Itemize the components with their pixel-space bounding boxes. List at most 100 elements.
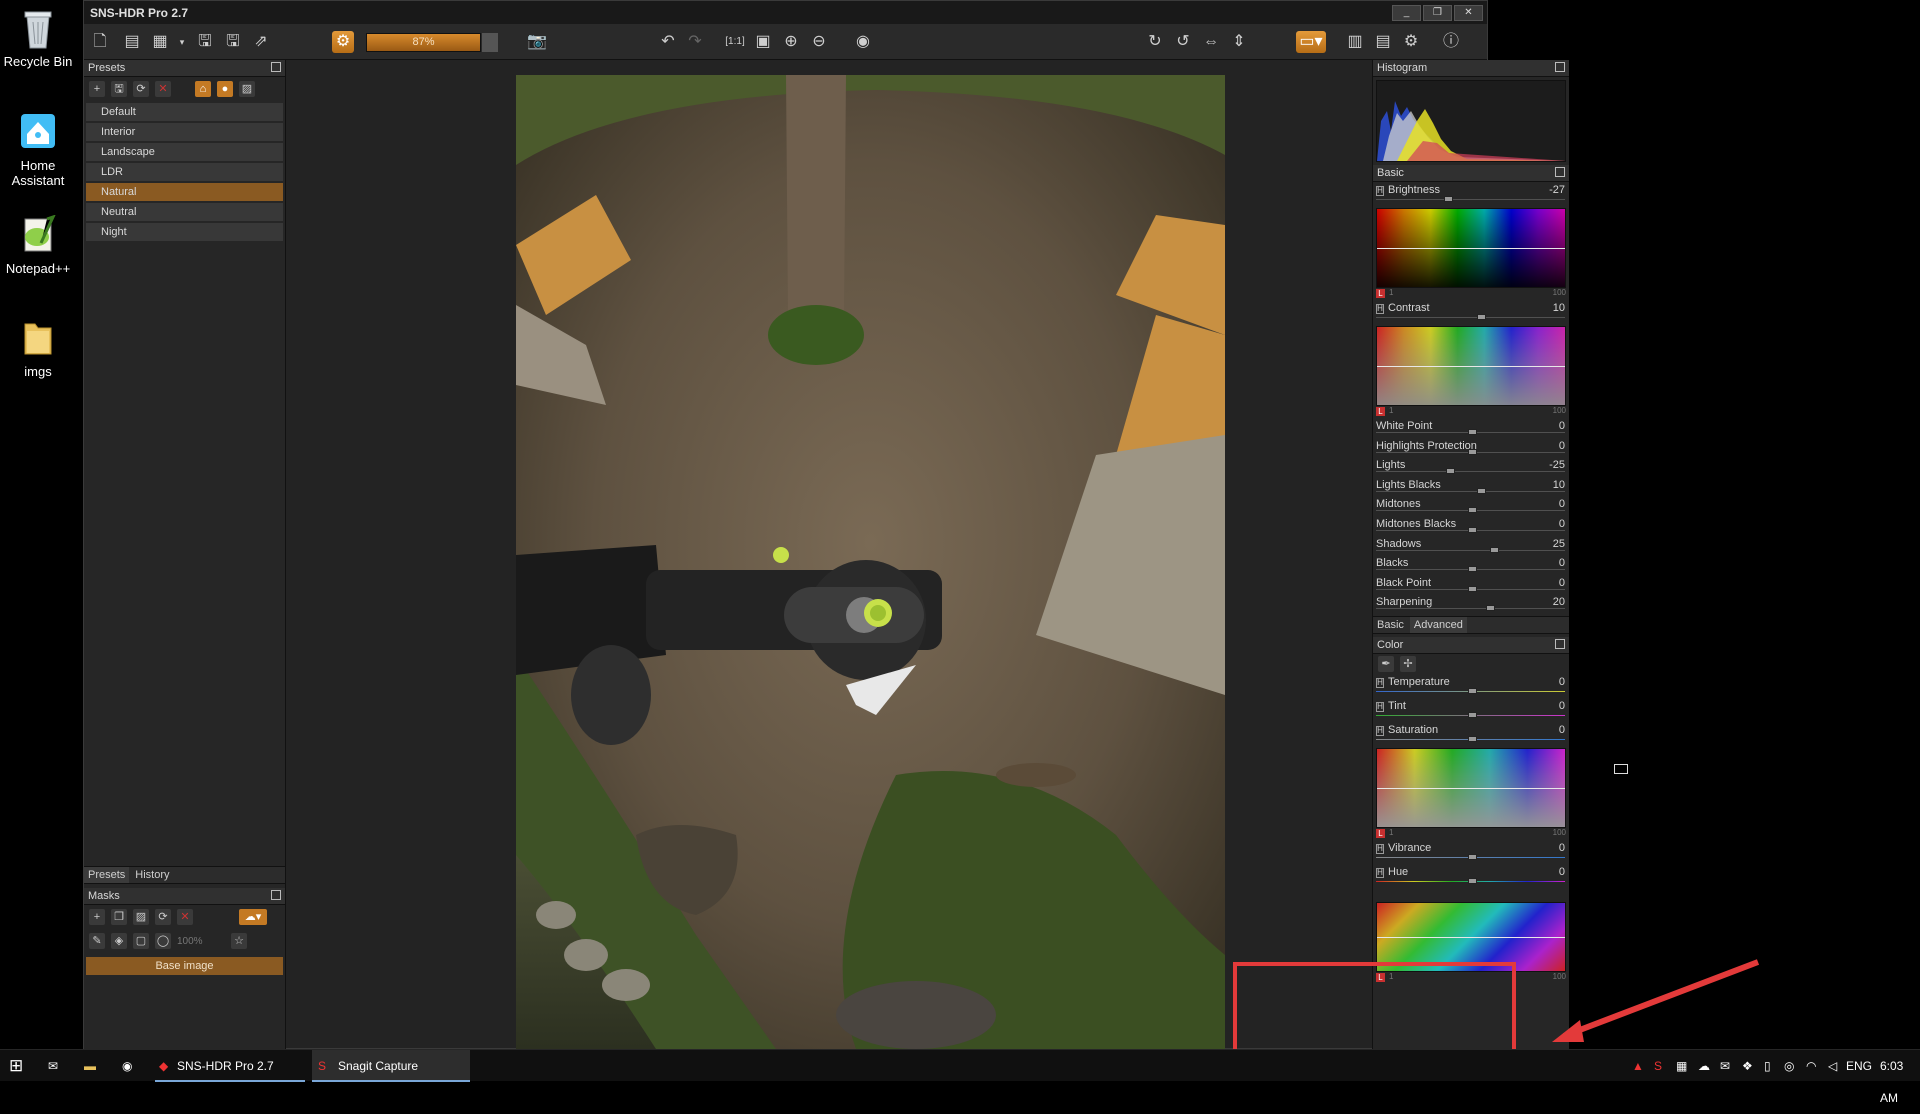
basic-slider-black-point[interactable]: Black Point 0 [1373, 575, 1569, 595]
temperature-slider[interactable]: H Temperature 0 [1373, 674, 1569, 698]
slider-thumb[interactable] [1468, 429, 1477, 435]
undock-icon[interactable] [1555, 638, 1565, 649]
tray-dropbox-icon[interactable]: ❖ [1742, 1050, 1753, 1082]
rect-select-icon[interactable]: ▢ [133, 933, 149, 949]
slider-thumb[interactable] [1468, 735, 1477, 742]
undock-icon[interactable] [271, 62, 281, 72]
settings-gear-icon[interactable]: ⚙ [1400, 31, 1422, 53]
thunderbird-icon[interactable]: ✉ [48, 1050, 58, 1082]
desktop-icon-home-assistant[interactable]: Home Assistant [2, 112, 74, 188]
target-adjust-icon[interactable]: ✢ [1400, 655, 1416, 672]
preset-item-selected[interactable]: Natural [86, 183, 283, 201]
vibrance-slider[interactable]: H Vibrance 0 [1373, 840, 1569, 864]
star-icon[interactable]: ☆ [231, 933, 247, 949]
brush-icon[interactable]: ✎ [89, 933, 105, 949]
maximize-button[interactable]: ❐ [1423, 5, 1452, 21]
hsl-toggle-icon[interactable]: H [1376, 843, 1384, 854]
save-dropdown-icon[interactable]: ▾ [171, 31, 193, 53]
hsl-toggle-icon[interactable]: H [1376, 186, 1384, 196]
tray-viber-icon[interactable]: ◎ [1784, 1050, 1794, 1082]
eyedropper-icon[interactable]: ✒ [1378, 655, 1394, 672]
user-preset-icon[interactable]: ● [217, 81, 233, 97]
save-icon[interactable]: 🖫 [194, 31, 216, 53]
file-explorer-icon[interactable]: ▬ [84, 1050, 96, 1082]
basic-slider-sharpening[interactable]: Sharpening 20 [1373, 594, 1569, 614]
preset-item[interactable]: Landscape [86, 143, 283, 161]
zoom-in-icon[interactable]: ⊕ [780, 31, 802, 53]
desktop-icon-imgs[interactable]: imgs [2, 318, 74, 379]
slider-thumb[interactable] [1468, 448, 1477, 455]
ellipse-select-icon[interactable]: ◯ [155, 933, 171, 949]
base-image-layer[interactable]: Base image [86, 957, 283, 975]
fit-to-window-icon[interactable]: ▣ [752, 31, 774, 53]
tray-usb-icon[interactable]: ▯ [1764, 1050, 1771, 1082]
saturation-curve-gradient[interactable] [1376, 747, 1566, 828]
mask-shape-dropdown-icon[interactable]: ☁▾ [239, 909, 267, 925]
slider-thumb[interactable] [1477, 314, 1487, 320]
flip-horizontal-icon[interactable]: ⇔ [1200, 31, 1222, 53]
slider-thumb[interactable] [1468, 853, 1477, 860]
undock-icon[interactable] [1555, 167, 1565, 177]
delete-mask-icon[interactable]: ✕ [177, 909, 193, 925]
preset-item[interactable]: Neutral [86, 203, 283, 221]
mask-image-icon[interactable]: ▨ [133, 909, 149, 925]
flip-vertical-icon[interactable]: ⇕ [1228, 31, 1250, 53]
add-preset-icon[interactable]: + [89, 81, 105, 97]
close-button[interactable]: ✕ [1454, 5, 1483, 21]
undock-icon[interactable] [271, 890, 281, 900]
refresh-mask-icon[interactable]: ⟳ [155, 909, 171, 925]
tray-snagit-icon[interactable]: S [1654, 1050, 1662, 1082]
delete-preset-icon[interactable]: ✕ [155, 81, 171, 97]
minimize-button[interactable]: _ [1392, 5, 1421, 21]
preset-item[interactable]: Default [86, 103, 283, 121]
basic-slider-midtones-blacks[interactable]: Midtones Blacks 0 [1373, 516, 1569, 536]
preset-item[interactable]: LDR [86, 163, 283, 181]
undo-icon[interactable]: ↶ [657, 31, 679, 53]
brightness-curve-gradient[interactable] [1376, 208, 1566, 288]
save-preset-icon[interactable]: 🖫 [111, 81, 127, 97]
slider-thumb[interactable] [1468, 566, 1477, 573]
brightness-slider[interactable]: H Brightness -27 [1373, 182, 1569, 206]
basic-slider-midtones[interactable]: Midtones 0 [1373, 496, 1569, 516]
zoom-1to1-icon[interactable]: [1:1] [724, 31, 746, 53]
contrast-curve-gradient[interactable] [1376, 326, 1566, 406]
slider-thumb[interactable] [1468, 877, 1477, 884]
preview-eye-icon[interactable]: ◉ [852, 31, 874, 53]
open-icon[interactable]: ▤ [121, 31, 143, 53]
clock[interactable]: 6:03 AM [1880, 1050, 1920, 1105]
desktop-icon-recycle-bin[interactable]: Recycle Bin [2, 8, 74, 69]
zoom-progress-bar[interactable]: 87% [366, 33, 481, 52]
slider-thumb[interactable] [1468, 526, 1477, 533]
taskbar-app-snagit[interactable]: S Snagit Capture [312, 1050, 470, 1082]
home-preset-icon[interactable]: ⌂ [195, 81, 211, 97]
process-gear-icon[interactable]: ⚙ [332, 31, 354, 53]
language-indicator[interactable]: ENG [1846, 1050, 1872, 1082]
windows-start-icon[interactable]: ⊞ [9, 1050, 23, 1082]
basic-slider-highlights-protection[interactable]: Highlights Protection 0 [1373, 438, 1569, 458]
basic-slider-shadows[interactable]: Shadows 25 [1373, 536, 1569, 556]
save-sns-icon[interactable]: ▦ [149, 31, 171, 53]
zoom-stop-button[interactable] [482, 33, 498, 52]
slider-thumb[interactable] [1468, 507, 1477, 514]
copy-mask-icon[interactable]: ❐ [111, 909, 127, 925]
mask-opacity[interactable]: 100% [177, 936, 211, 947]
basic-slider-white-point[interactable]: White Point 0 [1373, 418, 1569, 438]
hsl-toggle-icon[interactable]: H [1376, 725, 1384, 736]
hsl-toggle-icon[interactable]: H [1376, 677, 1384, 688]
basic-slider-lights[interactable]: Lights -25 [1373, 457, 1569, 477]
preset-item[interactable]: Night [86, 223, 283, 241]
tray-onedrive-icon[interactable]: ☁ [1698, 1050, 1710, 1082]
tray-outlook-icon[interactable]: ✉ [1720, 1050, 1730, 1082]
desktop-icon-notepad-plus-plus[interactable]: Notepad++ [2, 214, 74, 276]
undock-icon[interactable] [1555, 62, 1565, 72]
hsl-toggle-icon[interactable]: H [1376, 304, 1384, 314]
slider-thumb[interactable] [1468, 585, 1477, 592]
fill-icon[interactable]: ◈ [111, 933, 127, 949]
layout-panel-icon[interactable]: ▥ [1344, 31, 1366, 53]
info-icon[interactable]: ⓘ [1440, 31, 1462, 53]
basic-slider-lights-blacks[interactable]: Lights Blacks 10 [1373, 477, 1569, 497]
preset-item[interactable]: Interior [86, 123, 283, 141]
tab-basic[interactable]: Basic [1373, 617, 1408, 633]
tray-wifi-icon[interactable]: ◠ [1806, 1050, 1816, 1082]
tray-alert-icon[interactable]: ▲ [1632, 1050, 1644, 1082]
